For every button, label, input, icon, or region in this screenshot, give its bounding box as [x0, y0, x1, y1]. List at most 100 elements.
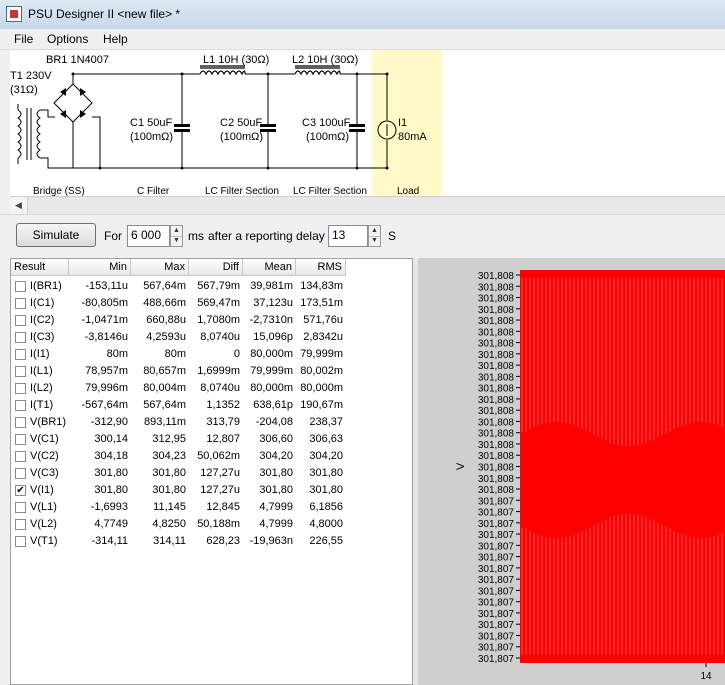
duration-spinner[interactable]: ▲ ▼: [170, 225, 183, 247]
row-checkbox[interactable]: [15, 519, 26, 530]
br1-label[interactable]: BR1 1N4007: [46, 54, 109, 66]
menu-options[interactable]: Options: [47, 32, 88, 46]
y-tick-label: 301,807: [478, 586, 515, 597]
menu-help[interactable]: Help: [103, 32, 128, 46]
c3-label[interactable]: C3 100uF: [302, 117, 350, 129]
table-row[interactable]: V(L1) -1,6993 11,145 12,845 4,7999 6,1856: [11, 499, 346, 516]
cell-mean: 304,20: [259, 450, 293, 462]
cell-mean: -19,963n: [249, 535, 293, 547]
table-row[interactable]: I(I1) 80m 80m 0 80,000m 79,999m: [11, 346, 346, 363]
cell-mean: 4,7999: [259, 518, 293, 530]
table-row[interactable]: I(C2) -1,0471m 660,88u 1,7080m -2,7310n 571,7…: [11, 312, 346, 329]
cell-diff: 313,79: [206, 416, 240, 428]
spin-down-icon[interactable]: ▼: [171, 236, 182, 246]
y-tick-label: 301,808: [478, 339, 515, 350]
cell-max: 304,23: [152, 450, 186, 462]
cell-diff: 567,79m: [197, 280, 240, 292]
cell-diff: 1,6999m: [197, 365, 240, 377]
cell-diff: 1,1352: [206, 399, 240, 411]
column-header-min[interactable]: Min: [69, 259, 131, 276]
y-tick-label: 301,807: [478, 609, 515, 620]
row-checkbox[interactable]: ✔: [15, 485, 26, 496]
table-row[interactable]: V(T1) -314,11 314,11 628,23 -19,963n 226,55: [11, 533, 346, 550]
row-checkbox[interactable]: [15, 349, 26, 360]
cell-mean: 301,80: [259, 467, 293, 479]
row-checkbox[interactable]: [15, 536, 26, 547]
row-checkbox[interactable]: [15, 417, 26, 428]
y-tick-label: 301,807: [478, 654, 515, 665]
y-tick-label: 301,807: [478, 620, 515, 631]
c1-label[interactable]: C1 50uF: [130, 117, 172, 129]
row-checkbox[interactable]: [15, 366, 26, 377]
y-tick-label: 301,808: [478, 327, 515, 338]
table-row[interactable]: V(C1) 300,14 312,95 12,807 306,60 306,63: [11, 431, 346, 448]
cell-diff: 8,0740u: [200, 382, 240, 394]
title-bar[interactable]: PSU Designer II <new file> *: [0, 0, 725, 30]
schematic-scrollbar[interactable]: ◀: [10, 196, 725, 214]
y-tick-label: 301,808: [478, 417, 515, 428]
y-tick-label: 301,808: [478, 361, 515, 372]
spin-down-icon[interactable]: ▼: [369, 236, 380, 246]
row-checkbox[interactable]: [15, 298, 26, 309]
scroll-left-icon[interactable]: ◀: [10, 197, 28, 214]
i1-label[interactable]: I1: [398, 117, 407, 129]
results-grid[interactable]: Result Min Max Diff Mean RMS I(BR1) -153,11u 567…: [10, 258, 413, 685]
table-row[interactable]: V(BR1) -312,90 893,11m 313,79 -204,08 238,37: [11, 414, 346, 431]
cell-min: -314,11: [91, 535, 129, 547]
ms-label: ms: [188, 229, 204, 243]
column-header-rms[interactable]: RMS: [296, 259, 346, 276]
waveform-chart[interactable]: 301,808 301,808 301,808 301,808 301,808 301,8…: [418, 258, 725, 685]
t1-label[interactable]: T1 230V: [10, 70, 52, 82]
cell-diff: 127,27u: [200, 484, 240, 496]
cell-rms: 6,1856: [309, 501, 343, 513]
c1-resistance: (100mΩ): [130, 131, 174, 143]
row-checkbox[interactable]: [15, 434, 26, 445]
row-checkbox[interactable]: [15, 400, 26, 411]
cell-rms: 304,20: [309, 450, 343, 462]
duration-input[interactable]: 6 000: [127, 225, 170, 247]
table-row[interactable]: I(BR1) -153,11u 567,64m 567,79m 39,981m 134,8…: [11, 278, 346, 295]
c3-resistance: (100mΩ): [306, 131, 350, 143]
cell-diff: 1,7080m: [197, 314, 240, 326]
column-header-result[interactable]: Result: [11, 259, 69, 276]
delay-input[interactable]: 13: [328, 225, 368, 247]
cell-result: I(L2): [30, 382, 53, 394]
cell-min: 78,957m: [85, 365, 128, 377]
table-row[interactable]: V(C3) 301,80 301,80 127,27u 301,80 301,80: [11, 465, 346, 482]
cell-min: -1,0471m: [81, 314, 128, 326]
table-row[interactable]: I(C1) -80,805m 488,66m 569,47m 37,123u 173,51…: [11, 295, 346, 312]
row-checkbox[interactable]: [15, 332, 26, 343]
row-checkbox[interactable]: [15, 451, 26, 462]
table-row[interactable]: I(L2) 79,996m 80,004m 8,0740u 80,000m 80,000m: [11, 380, 346, 397]
simulate-button[interactable]: Simulate: [16, 223, 96, 247]
menu-file[interactable]: File: [14, 32, 33, 46]
cell-min: 79,996m: [85, 382, 128, 394]
y-tick-label: 301,808: [478, 485, 515, 496]
row-checkbox[interactable]: [15, 281, 26, 292]
row-checkbox[interactable]: [15, 383, 26, 394]
l2-label[interactable]: L2 10H (30Ω): [292, 54, 358, 66]
cell-max: 80,004m: [143, 382, 186, 394]
table-row[interactable]: ✔ V(I1) 301,80 301,80 127,27u 301,80 301,80: [11, 482, 346, 499]
y-tick-label: 301,808: [478, 294, 515, 305]
cell-rms: 238,37: [309, 416, 343, 428]
row-checkbox[interactable]: [15, 468, 26, 479]
column-header-max[interactable]: Max: [131, 259, 189, 276]
row-checkbox[interactable]: [15, 502, 26, 513]
cell-mean: -2,7310n: [249, 314, 293, 326]
y-tick-label: 301,807: [478, 553, 515, 564]
delay-spinner[interactable]: ▲ ▼: [368, 225, 381, 247]
column-header-mean[interactable]: Mean: [243, 259, 296, 276]
column-header-diff[interactable]: Diff: [189, 259, 243, 276]
table-row[interactable]: V(L2) 4,7749 4,8250 50,188m 4,7999 4,8000: [11, 516, 346, 533]
cell-mean: 80,000m: [250, 348, 293, 360]
cell-rms: 301,80: [309, 484, 343, 496]
table-row[interactable]: V(C2) 304,18 304,23 50,062m 304,20 304,20: [11, 448, 346, 465]
c2-label[interactable]: C2 50uF: [220, 117, 262, 129]
table-row[interactable]: I(L1) 78,957m 80,657m 1,6999m 79,999m 80,002m: [11, 363, 346, 380]
schematic-canvas[interactable]: [10, 50, 725, 196]
row-checkbox[interactable]: [15, 315, 26, 326]
l1-label[interactable]: L1 10H (30Ω): [203, 54, 269, 66]
table-row[interactable]: I(C3) -3,8146u 4,2593u 8,0740u 15,096p 2,8342…: [11, 329, 346, 346]
table-row[interactable]: I(T1) -567,64m 567,64m 1,1352 638,61p 190,67m: [11, 397, 346, 414]
